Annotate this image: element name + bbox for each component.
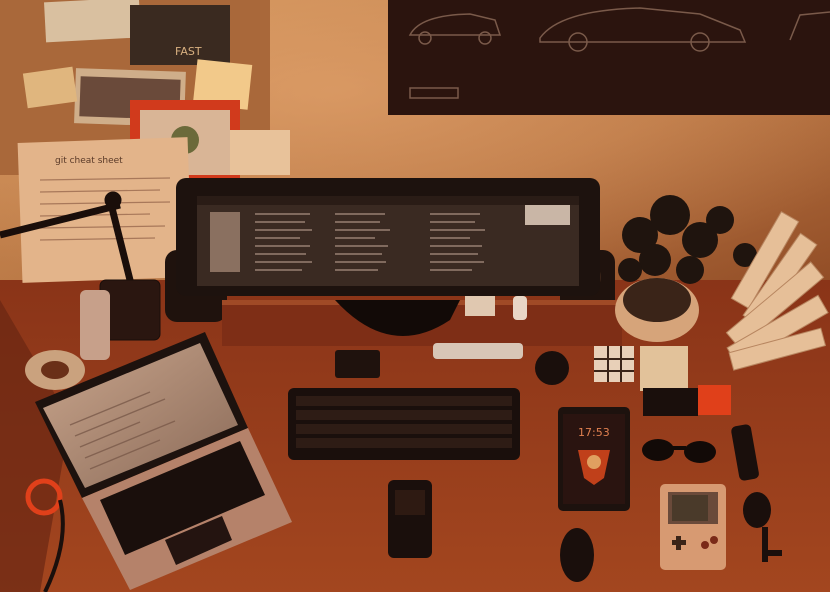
desk-scene: FAST git cheat sheet 17:53 bbox=[0, 0, 830, 592]
usb-hub bbox=[80, 290, 110, 360]
external-drive bbox=[640, 346, 688, 391]
mobile-phone bbox=[388, 480, 432, 558]
phone-clock: 17:53 bbox=[578, 426, 610, 439]
desk-photo: FAST git cheat sheet 17:53 bbox=[0, 0, 830, 592]
router bbox=[433, 343, 523, 359]
small-box bbox=[335, 350, 380, 378]
mouse bbox=[560, 528, 594, 582]
sticker-text: FAST bbox=[175, 45, 202, 58]
keyboard bbox=[288, 388, 520, 460]
monitor-screen bbox=[197, 196, 579, 286]
webcam bbox=[535, 351, 569, 385]
gameboy bbox=[660, 484, 726, 570]
car-poster bbox=[388, 0, 830, 115]
red-box bbox=[698, 385, 731, 415]
cheat-sheet-title: git cheat sheet bbox=[55, 156, 123, 166]
rubiks-cube bbox=[594, 346, 634, 382]
lego-block bbox=[465, 296, 495, 316]
smartphone-large: 17:53 bbox=[558, 407, 630, 511]
